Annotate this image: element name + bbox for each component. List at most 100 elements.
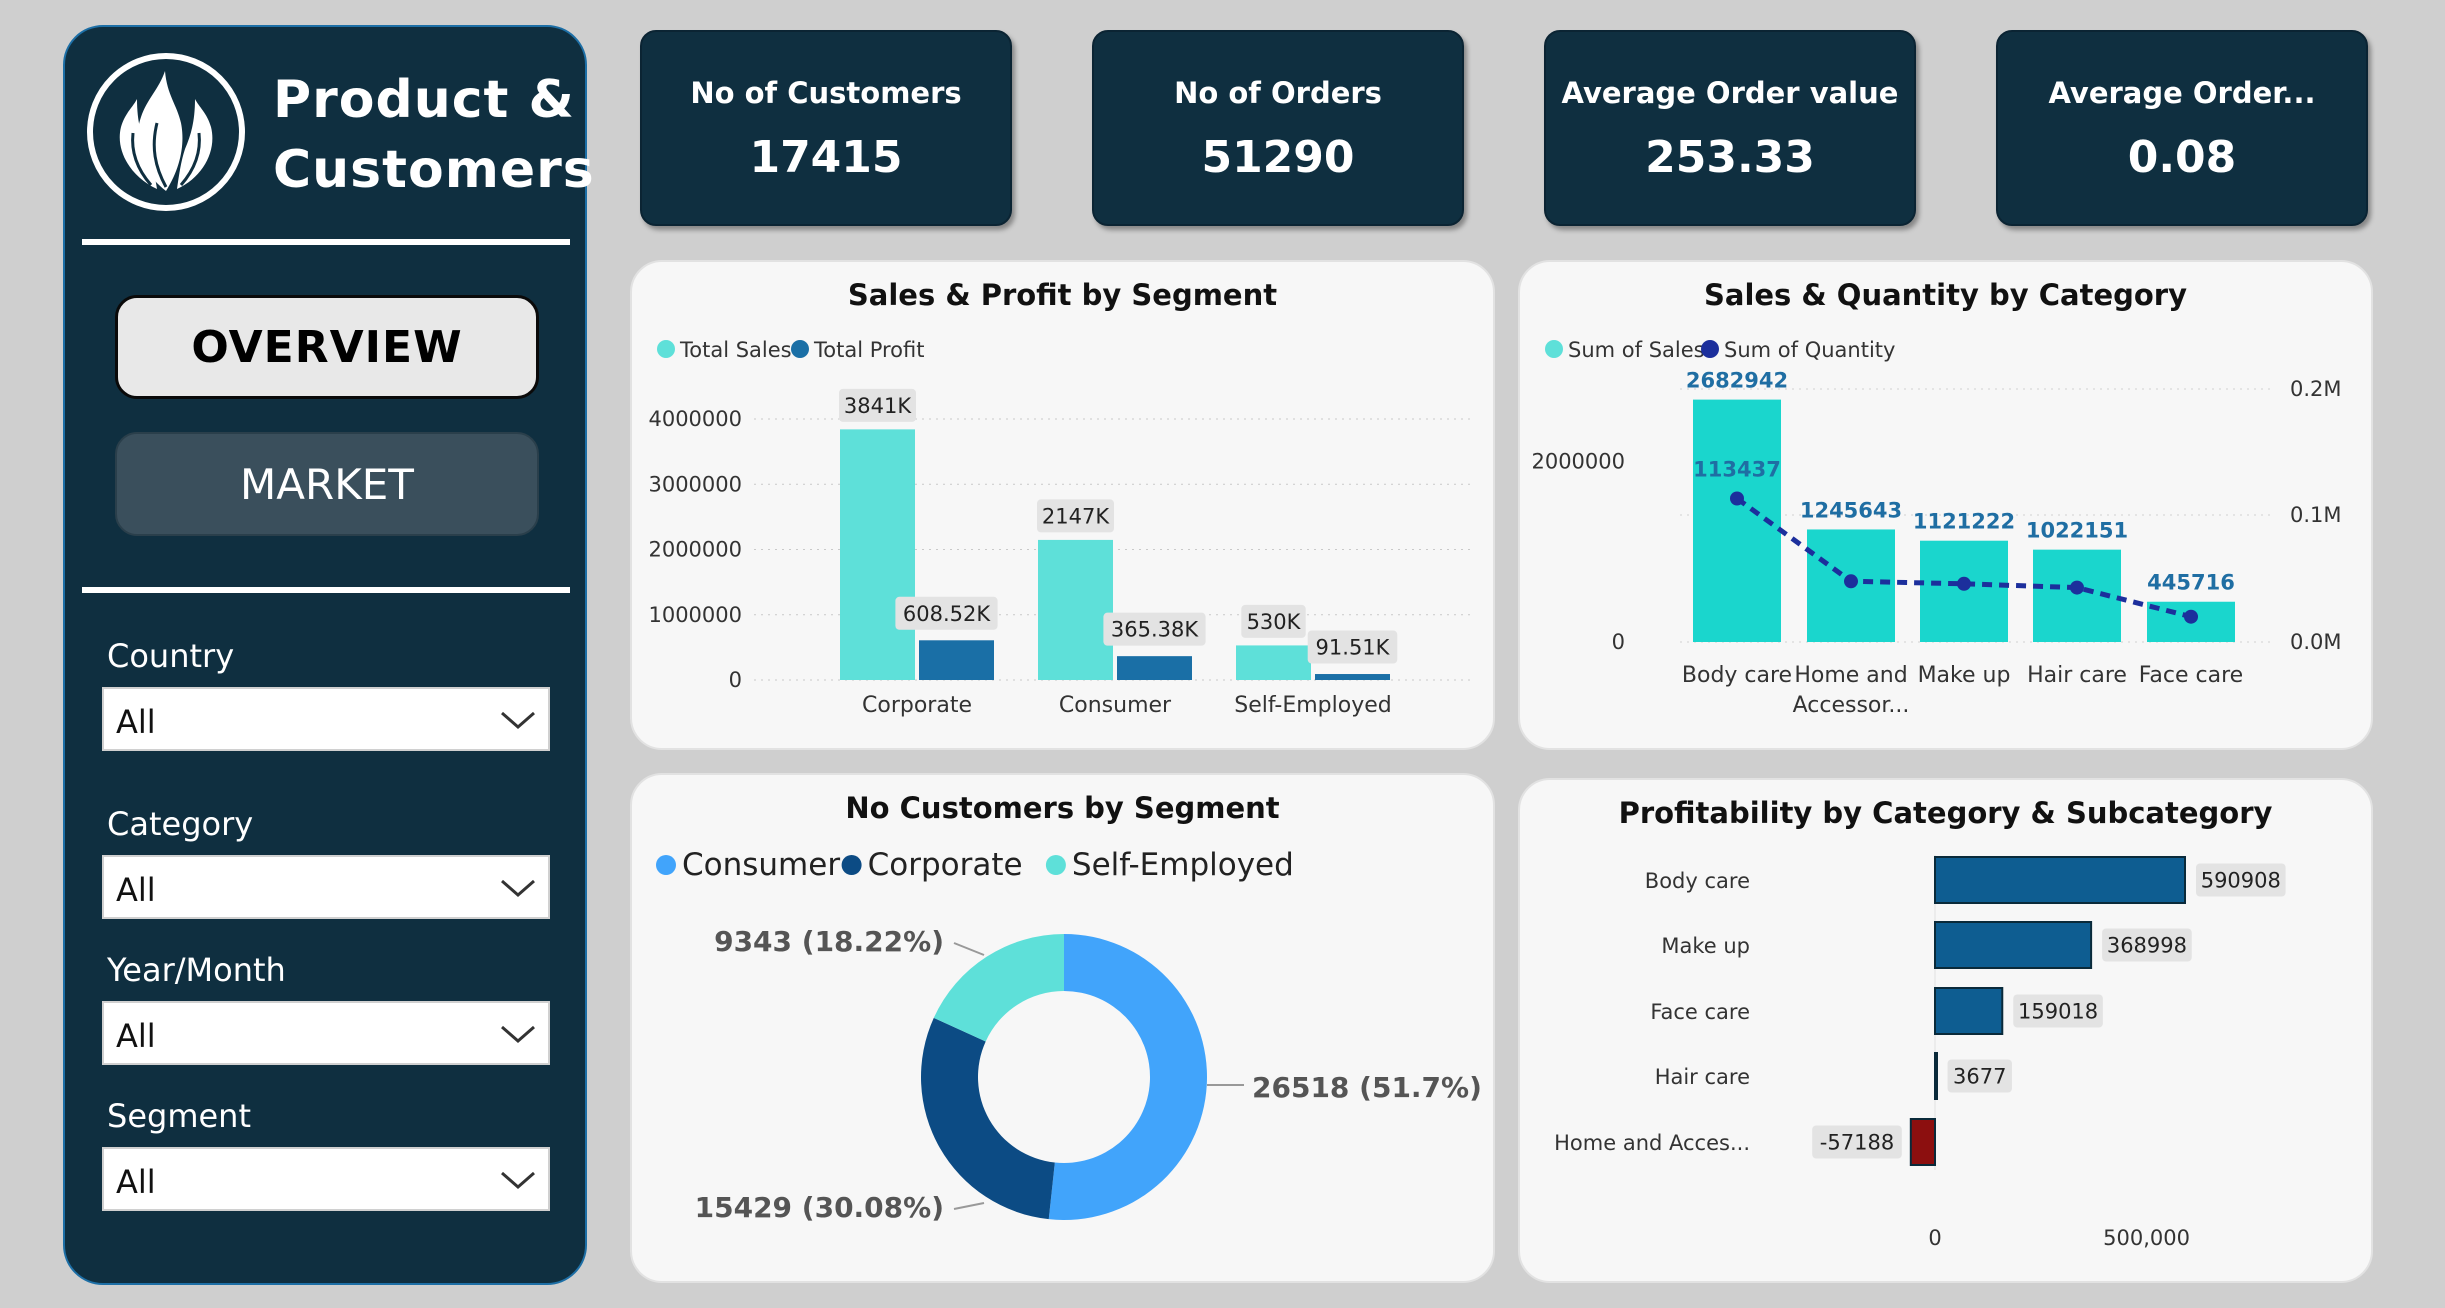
overview-button[interactable]: OVERVIEW <box>115 295 539 399</box>
kpi-value: 17415 <box>749 132 903 183</box>
country-dropdown-value: All <box>116 703 156 741</box>
legend-label: Consumer <box>682 847 840 883</box>
legend-label: Sum of Sales <box>1568 338 1705 362</box>
data-label: -57188 <box>1820 1131 1894 1155</box>
bar-total-profit <box>1315 674 1390 680</box>
line-point <box>2070 580 2084 595</box>
chevron-down-icon <box>501 879 535 897</box>
chevron-down-icon <box>501 1171 535 1189</box>
brand-title: Product & Customers <box>273 65 595 205</box>
x-tick-label: Body care <box>1682 663 1792 688</box>
bar-total-sales <box>840 429 915 680</box>
data-label: 608.52K <box>903 602 991 626</box>
sidebar: Product & Customers OVERVIEW MARKET Coun… <box>63 25 594 1285</box>
donut-slice <box>933 934 1064 1042</box>
data-label: 590908 <box>2201 869 2281 893</box>
x-tick-label: 0 <box>1928 1226 1941 1250</box>
profitability-chart: Body care 590908 Make up 368998 Face care 159… <box>1554 855 2286 1250</box>
kpi-value: 0.08 <box>2127 132 2237 183</box>
customers-segment-panel: No Customers by Segment Consumer Corporat… <box>630 773 1495 1283</box>
data-label: 368998 <box>2107 934 2187 958</box>
x-tick-label: Make up <box>1918 663 2011 688</box>
kpi-card-avg-order: Average Order... 0.08 <box>1996 30 2368 226</box>
line-point <box>2184 609 2198 624</box>
legend-dot <box>1701 340 1719 358</box>
bar-profit <box>1934 1052 1938 1100</box>
profitability-panel: Profitability by Category & Subcategory … <box>1518 778 2373 1283</box>
data-label: 2147K <box>1042 504 1110 528</box>
bar-total-profit <box>919 640 994 680</box>
kpi-card-avg-order-value: Average Order value 253.33 <box>1544 30 1916 226</box>
data-label: 9343 (18.22%) <box>714 925 944 958</box>
chevron-down-icon <box>501 1025 535 1043</box>
market-button[interactable]: MARKET <box>115 432 539 536</box>
year-month-dropdown[interactable]: All <box>102 1001 550 1065</box>
country-filter-label: Country <box>107 637 235 675</box>
y-right-tick-label: 0.1M <box>2290 503 2342 527</box>
line-point <box>1730 491 1744 506</box>
bar-profit <box>1934 987 2004 1035</box>
legend-dot <box>656 855 676 875</box>
x-tick-label: Accessor... <box>1793 693 1910 718</box>
legend-dot <box>791 340 809 358</box>
bar-sum-sales <box>1920 540 2008 642</box>
x-tick-label: Corporate <box>862 693 972 718</box>
y-tick-label: Hair care <box>1655 1065 1750 1089</box>
data-label: 3677 <box>1953 1065 2006 1089</box>
data-label: 15429 (30.08%) <box>695 1191 944 1224</box>
year-month-dropdown-value: All <box>116 1017 156 1055</box>
y-tick-label: 2000000 <box>648 538 742 562</box>
kpi-title: No of Customers <box>690 76 962 110</box>
legend-label: Self-Employed <box>1072 847 1294 883</box>
legend-dot <box>1045 855 1066 875</box>
bar-profit <box>1934 856 2186 904</box>
segment-dropdown[interactable]: All <box>102 1147 550 1211</box>
data-label: 2682942 <box>1686 369 1788 393</box>
legend-dot <box>1545 340 1563 358</box>
y-left-tick-label: 2000000 <box>1531 449 1625 473</box>
line-point <box>1957 576 1971 591</box>
kpi-title: Average Order value <box>1561 76 1899 110</box>
kpi-title: Average Order... <box>2048 76 2316 110</box>
sales-quantity-category-panel: Sales & Quantity by Category Sum of Sale… <box>1518 260 2373 750</box>
y-left-tick-label: 0 <box>1612 630 1625 654</box>
kpi-card-orders: No of Orders 51290 <box>1092 30 1464 226</box>
sales-profit-segment-panel: Sales & Profit by Segment Total Sales Tot… <box>630 260 1495 750</box>
x-tick-label: Hair care <box>2027 663 2127 688</box>
y-tick-label: 1000000 <box>648 603 742 627</box>
chevron-down-icon <box>501 711 535 729</box>
y-tick-label: Home and Acces... <box>1554 1131 1750 1155</box>
y-right-tick-label: 0.0M <box>2290 630 2342 654</box>
customers-segment-donut-chart: Consumer Corporate Self-Employed 26518 (51.… <box>656 847 1482 1224</box>
segment-filter-label: Segment <box>107 1097 251 1135</box>
data-label: 1121222 <box>1913 510 2015 534</box>
bar-profit <box>1934 921 2093 969</box>
data-label: 1245643 <box>1800 498 1902 522</box>
category-dropdown[interactable]: All <box>102 855 550 919</box>
y-tick-label: 0 <box>729 668 742 692</box>
x-tick-label: Face care <box>2139 663 2243 688</box>
legend-label: Total Profit <box>813 338 925 362</box>
bar-profit <box>1909 1118 1936 1166</box>
data-label: 26518 (51.7%) <box>1252 1071 1482 1104</box>
category-dropdown-value: All <box>116 871 156 909</box>
bar-total-sales <box>1038 539 1113 680</box>
kpi-value: 253.33 <box>1645 132 1815 183</box>
leader-line <box>953 1202 985 1210</box>
data-label: 3841K <box>844 394 912 418</box>
divider <box>82 239 570 245</box>
kpi-value: 51290 <box>1201 132 1355 183</box>
y-tick-label: Face care <box>1650 1000 1750 1024</box>
category-filter-label: Category <box>107 805 254 843</box>
y-right-tick-label: 0.2M <box>2290 377 2342 401</box>
donut-slice <box>921 1017 1055 1220</box>
flame-logo-icon <box>87 53 245 211</box>
x-tick-label: Home and <box>1794 663 1907 688</box>
legend-dot <box>841 855 862 875</box>
donut-slice <box>1048 934 1207 1220</box>
country-dropdown[interactable]: All <box>102 687 550 751</box>
brand-line-2: Customers <box>273 140 595 200</box>
bar-total-sales <box>1236 645 1311 680</box>
y-tick-label: Make up <box>1661 934 1750 958</box>
sales-profit-segment-chart: Total Sales Total Profit 4000000 3000000 200… <box>648 338 1472 718</box>
